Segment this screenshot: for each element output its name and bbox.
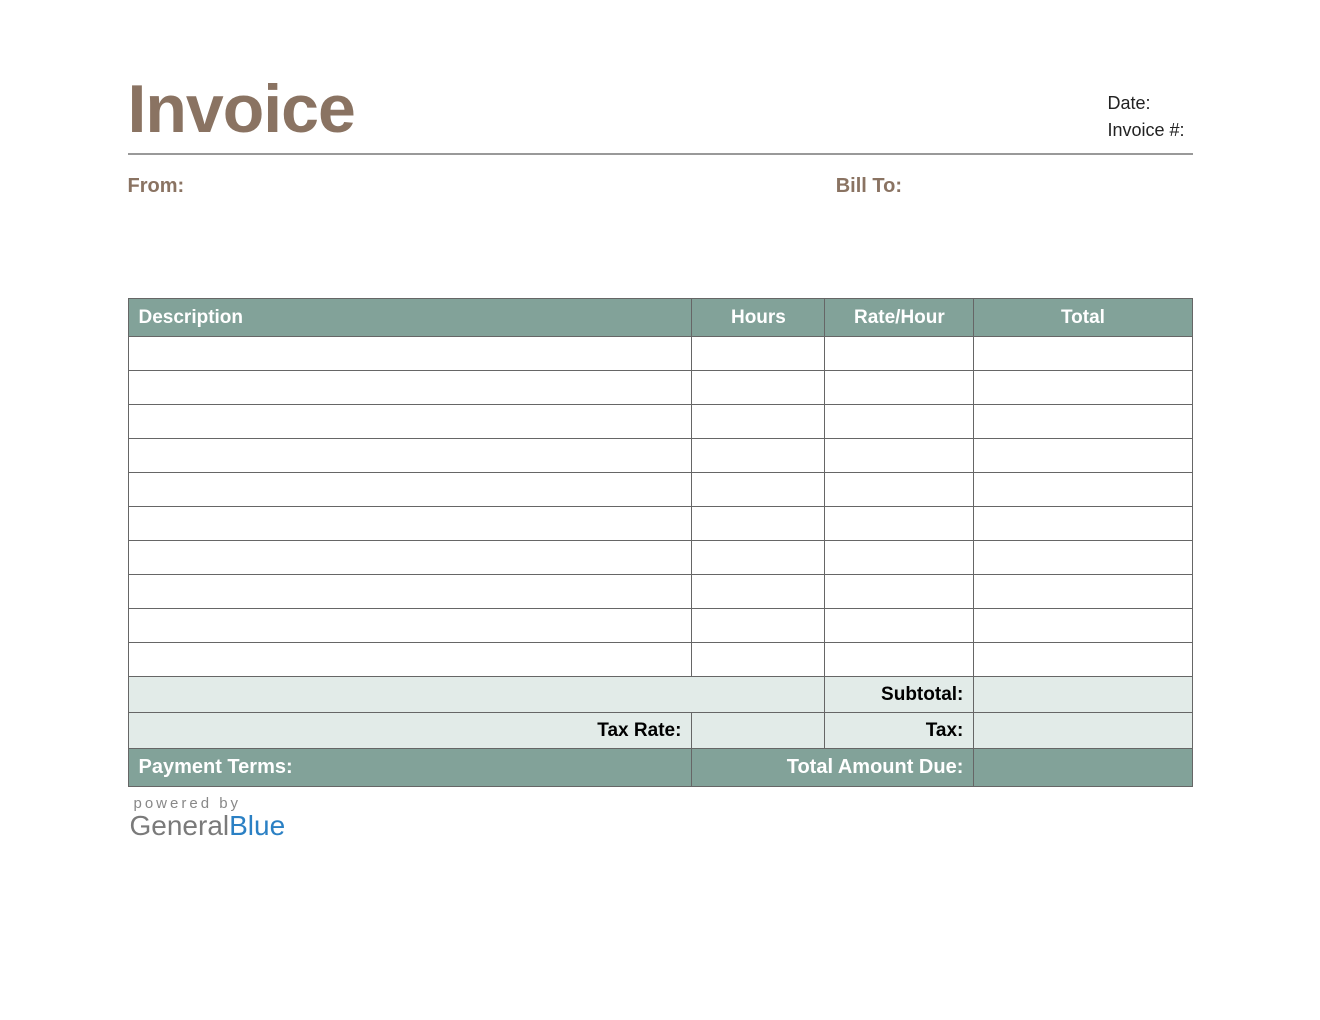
- cell-description[interactable]: [128, 609, 692, 643]
- cell-hours[interactable]: [692, 371, 825, 405]
- total-due-value: [974, 749, 1192, 787]
- cell-description[interactable]: [128, 575, 692, 609]
- cell-total[interactable]: [974, 507, 1192, 541]
- cell-hours[interactable]: [692, 337, 825, 371]
- date-label: Date:: [1107, 90, 1150, 117]
- cell-rate[interactable]: [825, 371, 974, 405]
- cell-hours[interactable]: [692, 473, 825, 507]
- cell-total[interactable]: [974, 473, 1192, 507]
- bill-to-section: Bill To:: [836, 175, 1193, 198]
- cell-hours[interactable]: [692, 439, 825, 473]
- cell-hours[interactable]: [692, 643, 825, 677]
- invoice-meta: Date: Invoice #:: [1107, 90, 1192, 148]
- invoice-number-row: Invoice #:: [1107, 117, 1192, 144]
- tax-label: Tax:: [825, 713, 974, 749]
- total-due-label: Total Amount Due:: [692, 749, 974, 787]
- header-total: Total: [974, 299, 1192, 337]
- cell-description[interactable]: [128, 405, 692, 439]
- tax-rate-value[interactable]: [692, 713, 825, 749]
- cell-description[interactable]: [128, 439, 692, 473]
- cell-rate[interactable]: [825, 575, 974, 609]
- cell-description[interactable]: [128, 507, 692, 541]
- table-row: [128, 507, 1192, 541]
- cell-rate[interactable]: [825, 439, 974, 473]
- header-hours: Hours: [692, 299, 825, 337]
- cell-description[interactable]: [128, 643, 692, 677]
- parties-row: From: Bill To:: [128, 155, 1193, 298]
- subtotal-spacer: [128, 677, 825, 713]
- bill-to-label: Bill To:: [836, 175, 1193, 198]
- cell-total[interactable]: [974, 337, 1192, 371]
- table-row: [128, 405, 1192, 439]
- subtotal-row: Subtotal:: [128, 677, 1192, 713]
- cell-rate[interactable]: [825, 473, 974, 507]
- from-label: From:: [128, 175, 661, 198]
- cell-description[interactable]: [128, 337, 692, 371]
- subtotal-value: [974, 677, 1192, 713]
- invoice-number-label: Invoice #:: [1107, 117, 1184, 144]
- cell-total[interactable]: [974, 609, 1192, 643]
- cell-description[interactable]: [128, 473, 692, 507]
- cell-hours[interactable]: [692, 575, 825, 609]
- cell-rate[interactable]: [825, 643, 974, 677]
- date-row: Date:: [1107, 90, 1192, 117]
- cell-rate[interactable]: [825, 609, 974, 643]
- table-row: [128, 541, 1192, 575]
- cell-rate[interactable]: [825, 541, 974, 575]
- table-row: [128, 609, 1192, 643]
- table-row: [128, 575, 1192, 609]
- cell-total[interactable]: [974, 643, 1192, 677]
- cell-rate[interactable]: [825, 337, 974, 371]
- cell-hours[interactable]: [692, 507, 825, 541]
- header-description: Description: [128, 299, 692, 337]
- brand-part2: Blue: [229, 810, 285, 841]
- cell-total[interactable]: [974, 371, 1192, 405]
- cell-description[interactable]: [128, 541, 692, 575]
- table-header-row: Description Hours Rate/Hour Total: [128, 299, 1192, 337]
- invoice-container: Invoice Date: Invoice #: From: Bill To: …: [128, 70, 1193, 842]
- cell-hours[interactable]: [692, 405, 825, 439]
- cell-rate[interactable]: [825, 405, 974, 439]
- line-items-table: Description Hours Rate/Hour Total Subtot…: [128, 298, 1193, 787]
- from-section: From:: [128, 175, 661, 198]
- cell-hours[interactable]: [692, 541, 825, 575]
- table-row: [128, 371, 1192, 405]
- table-row: [128, 337, 1192, 371]
- tax-row: Tax Rate: Tax:: [128, 713, 1192, 749]
- tax-rate-label: Tax Rate:: [128, 713, 692, 749]
- table-row: [128, 473, 1192, 507]
- table-row: [128, 643, 1192, 677]
- payment-terms-label: Payment Terms:: [128, 749, 692, 787]
- footer: powered by GeneralBlue: [128, 787, 1193, 842]
- tax-value: [974, 713, 1192, 749]
- total-due-row: Payment Terms: Total Amount Due:: [128, 749, 1192, 787]
- cell-total[interactable]: [974, 405, 1192, 439]
- cell-hours[interactable]: [692, 609, 825, 643]
- cell-total[interactable]: [974, 541, 1192, 575]
- brand-logo: GeneralBlue: [130, 810, 1193, 842]
- page-title: Invoice: [128, 70, 355, 148]
- header-rate: Rate/Hour: [825, 299, 974, 337]
- brand-part1: General: [130, 810, 230, 841]
- cell-total[interactable]: [974, 575, 1192, 609]
- table-body: Subtotal: Tax Rate: Tax: Payment Terms: …: [128, 337, 1192, 787]
- cell-rate[interactable]: [825, 507, 974, 541]
- cell-description[interactable]: [128, 371, 692, 405]
- subtotal-label: Subtotal:: [825, 677, 974, 713]
- header-row: Invoice Date: Invoice #:: [128, 70, 1193, 155]
- table-row: [128, 439, 1192, 473]
- cell-total[interactable]: [974, 439, 1192, 473]
